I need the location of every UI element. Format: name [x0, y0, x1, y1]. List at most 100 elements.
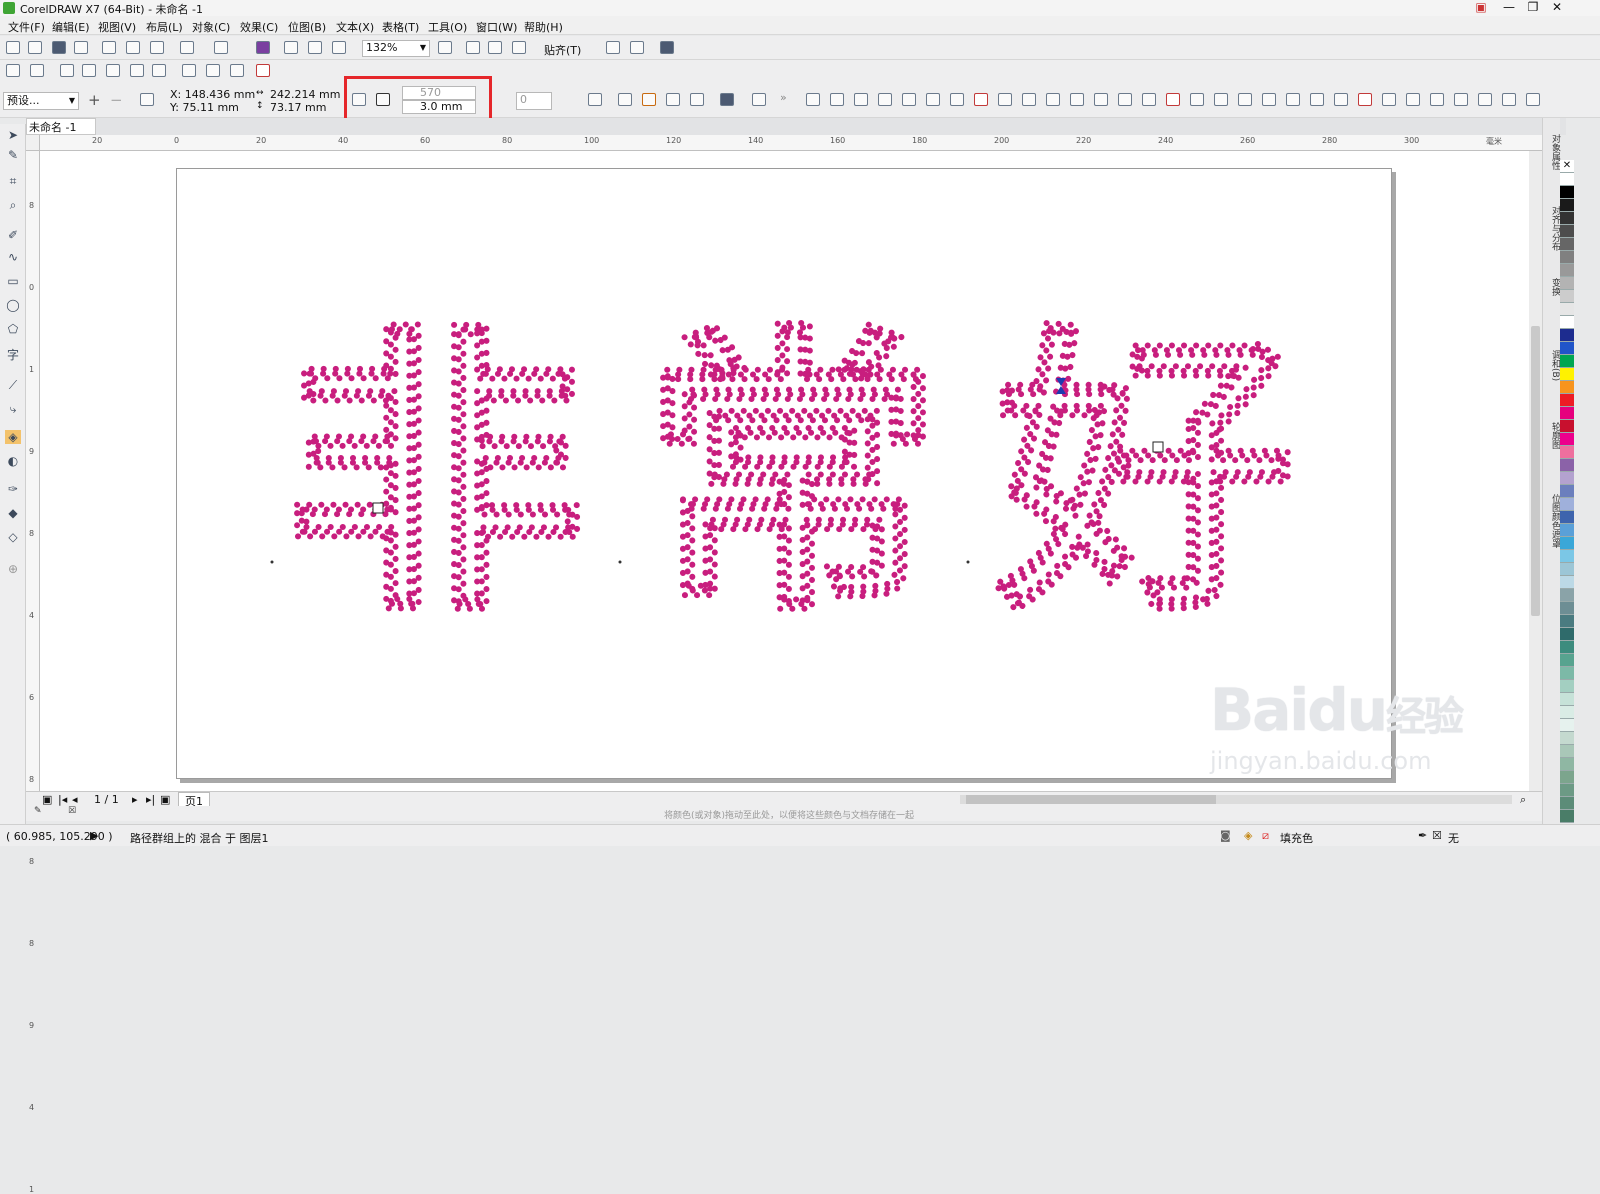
- toolstrip-icon[interactable]: [1166, 93, 1180, 106]
- eyedropper-icon[interactable]: ✎: [34, 806, 42, 816]
- color-swatch[interactable]: [1560, 615, 1574, 628]
- menu-view[interactable]: 视图(V): [98, 19, 136, 35]
- color-swatch[interactable]: [1560, 680, 1574, 693]
- toolstrip-icon[interactable]: [1070, 93, 1084, 106]
- loop-blend-icon[interactable]: [588, 93, 602, 106]
- color-swatch[interactable]: [1560, 498, 1574, 511]
- color-swatch[interactable]: [1560, 342, 1574, 355]
- show-guidelines-icon[interactable]: [512, 41, 526, 54]
- color-swatch[interactable]: [1560, 758, 1574, 771]
- x-position[interactable]: X: 148.436 mm: [170, 88, 255, 101]
- menu-bitmaps[interactable]: 位图(B): [288, 19, 326, 35]
- zoom-level-select[interactable]: 132% ▼: [362, 40, 430, 57]
- docker-tab[interactable]: 位图颜色遮罩: [1544, 494, 1560, 548]
- toolstrip-icon[interactable]: [1118, 93, 1132, 106]
- menu-layout[interactable]: 布局(L): [146, 19, 183, 35]
- minimize-button[interactable]: —: [1498, 0, 1520, 15]
- docker-tab[interactable]: 对象属性: [1544, 134, 1560, 170]
- color-swatch[interactable]: [1560, 199, 1574, 212]
- copy-icon[interactable]: [126, 41, 140, 54]
- prev-page-icon[interactable]: ◂: [72, 793, 78, 806]
- color-swatch[interactable]: [1560, 719, 1574, 732]
- options-icon[interactable]: [606, 41, 620, 54]
- pattern-icon[interactable]: [230, 64, 244, 77]
- smart-fill-icon[interactable]: ◇: [5, 530, 21, 544]
- color-swatch[interactable]: [1560, 771, 1574, 784]
- color-swatch[interactable]: [1560, 472, 1574, 485]
- toolstrip-icon[interactable]: [950, 93, 964, 106]
- color-swatch[interactable]: [1560, 576, 1574, 589]
- toolstrip-icon[interactable]: [1478, 93, 1492, 106]
- import-icon[interactable]: [284, 41, 298, 54]
- color-swatch[interactable]: [1560, 784, 1574, 797]
- restore-button[interactable]: ❐: [1522, 0, 1544, 15]
- freehand-tool-icon[interactable]: ✐: [5, 228, 21, 242]
- next-page-icon[interactable]: ▸: [132, 793, 138, 806]
- toolstrip-icon[interactable]: [1142, 93, 1156, 106]
- color-swatch[interactable]: [1560, 641, 1574, 654]
- horizontal-ruler[interactable]: 20 0 20 40 60 80 100 120 140 160 180 200 220 240 260 28…: [40, 135, 1542, 151]
- first-page-icon[interactable]: |◂: [58, 793, 67, 806]
- start-end-properties-icon[interactable]: [666, 93, 680, 106]
- object-width[interactable]: 242.214 mm: [270, 88, 340, 101]
- print-icon[interactable]: [74, 41, 88, 54]
- horizontal-scroll-thumb[interactable]: [966, 795, 1216, 804]
- color-swatch[interactable]: [1560, 212, 1574, 225]
- parallel-dimension-icon[interactable]: ⟋: [5, 378, 21, 392]
- arrange-icon[interactable]: [152, 64, 166, 77]
- user-tool-icon[interactable]: [30, 64, 44, 77]
- toolstrip-icon[interactable]: [902, 93, 916, 106]
- polygon-tool-icon[interactable]: ⬠: [5, 322, 21, 336]
- export-icon[interactable]: [308, 41, 322, 54]
- object-acceleration-icon[interactable]: [642, 93, 656, 106]
- save-icon[interactable]: [52, 41, 66, 54]
- toolstrip-icon[interactable]: [1310, 93, 1324, 106]
- color-swatch[interactable]: [1560, 264, 1574, 277]
- toolstrip-icon[interactable]: [1358, 93, 1372, 106]
- fill-icon[interactable]: ◈: [1244, 829, 1252, 842]
- toolstrip-icon[interactable]: [1382, 93, 1396, 106]
- color-swatch[interactable]: [1560, 563, 1574, 576]
- object-height[interactable]: 73.17 mm: [270, 101, 326, 114]
- redo-icon[interactable]: [214, 41, 228, 54]
- color-swatch[interactable]: [1560, 654, 1574, 667]
- zoom-navigator-icon[interactable]: ⌕: [1520, 793, 1526, 807]
- toolstrip-icon[interactable]: [806, 93, 820, 106]
- status-play-icon[interactable]: ▶: [90, 829, 98, 842]
- connector-tool-icon[interactable]: ⤷: [5, 402, 21, 416]
- color-swatch[interactable]: [1560, 225, 1574, 238]
- toolstrip-icon[interactable]: [1262, 93, 1276, 106]
- publish-pdf-icon[interactable]: [332, 41, 346, 54]
- user-icon[interactable]: ▣: [1470, 0, 1492, 15]
- toolstrip-icon[interactable]: [974, 93, 988, 106]
- toolstrip-icon[interactable]: [878, 93, 892, 106]
- delete-icon[interactable]: [256, 64, 270, 77]
- blend-tool-icon[interactable]: ◈: [5, 430, 21, 444]
- color-swatch[interactable]: [1560, 706, 1574, 719]
- menu-object[interactable]: 对象(C): [192, 19, 230, 35]
- color-palette[interactable]: ✕: [1560, 160, 1574, 823]
- no-color-swatch[interactable]: ✕: [1560, 160, 1574, 173]
- close-button[interactable]: ✕: [1546, 0, 1568, 15]
- menu-effects[interactable]: 效果(C): [240, 19, 278, 35]
- add-preset-icon[interactable]: +: [88, 91, 101, 109]
- color-swatch[interactable]: [1560, 420, 1574, 433]
- color-swatch[interactable]: [1560, 277, 1574, 290]
- add-page-after-icon[interactable]: ▣: [160, 793, 170, 806]
- toolstrip-icon[interactable]: [830, 93, 844, 106]
- toolstrip-icon[interactable]: [1430, 93, 1444, 106]
- color-swatch[interactable]: [1560, 329, 1574, 342]
- color-swatch[interactable]: [1560, 303, 1574, 316]
- color-swatch[interactable]: [1560, 589, 1574, 602]
- toolstrip-icon[interactable]: [1406, 93, 1420, 106]
- blend-direction-field[interactable]: 0: [516, 92, 552, 110]
- search-content-icon[interactable]: [256, 41, 270, 54]
- color-swatch[interactable]: [1560, 511, 1574, 524]
- outline-pen-icon[interactable]: ✒: [1418, 829, 1427, 842]
- zoom-tool-icon[interactable]: ⌕: [5, 198, 21, 212]
- show-grid-icon[interactable]: [488, 41, 502, 54]
- toolstrip-icon[interactable]: [998, 93, 1012, 106]
- toolstrip-icon[interactable]: [1190, 93, 1204, 106]
- menu-text[interactable]: 文本(X): [336, 19, 374, 35]
- preset-select[interactable]: 预设... ▼: [3, 92, 79, 110]
